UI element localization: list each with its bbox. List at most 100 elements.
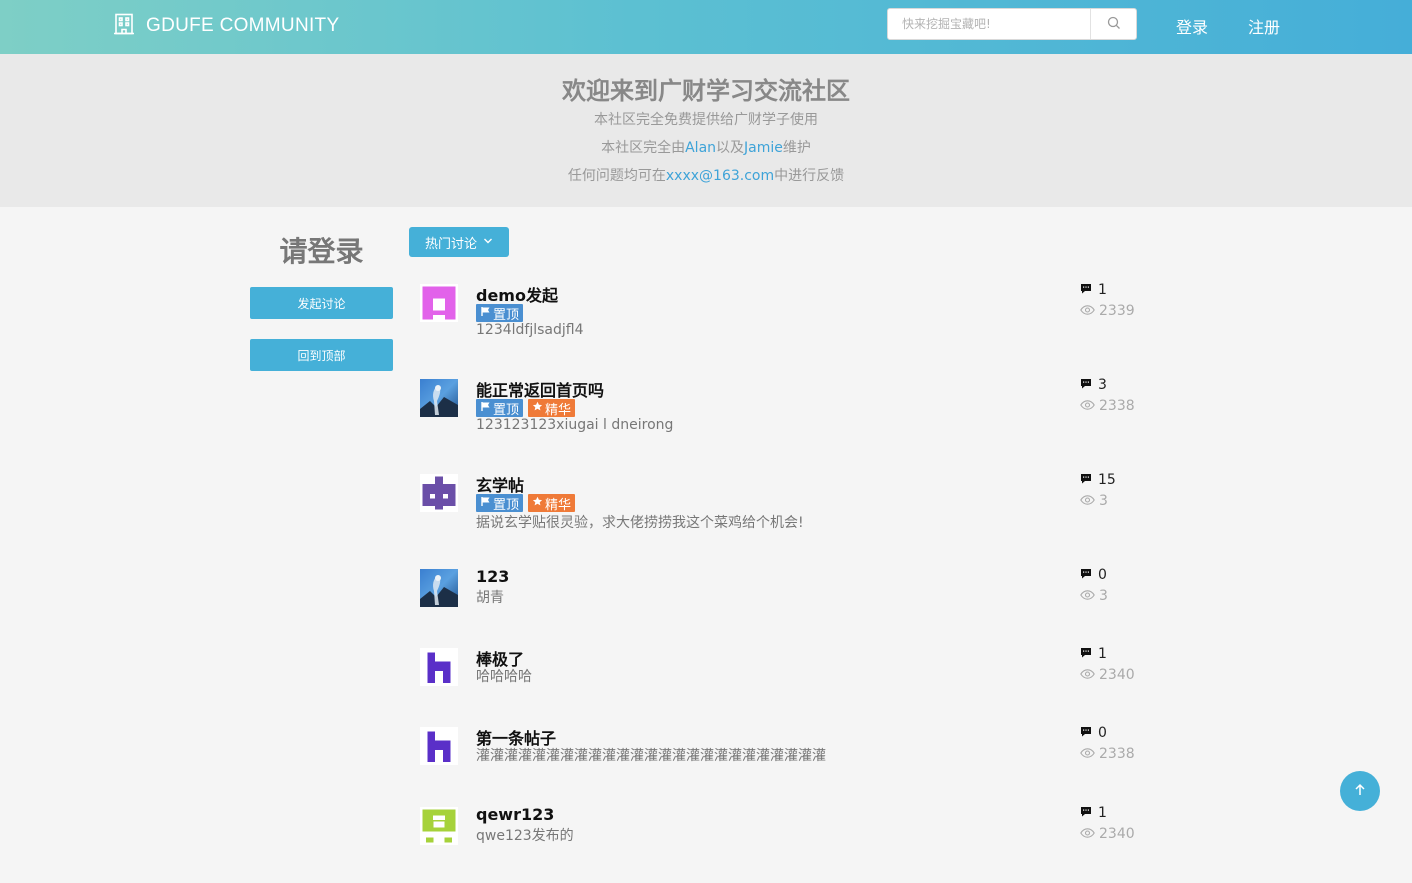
featured-badge-label: 精华 [545,497,572,513]
post-title-link[interactable]: 123 [476,567,509,586]
pinned-badge-label: 置顶 [493,497,520,513]
login-link[interactable]: 登录 [1176,14,1208,38]
welcome-line-1: 本社区完全免费提供给广财学子使用 [594,112,818,128]
post-excerpt: 哈哈哈哈 [476,669,532,685]
view-count: 2340 [1080,826,1135,842]
welcome-title: 欢迎来到广财学习交流社区 [562,77,850,105]
dropdown-label: 热门讨论 [424,236,477,252]
post-excerpt: 1234ldfjlsadjfl4 [476,322,584,338]
register-link[interactable]: 注册 [1248,14,1280,38]
author-avatar[interactable] [420,727,458,765]
eye-icon [1080,667,1095,683]
top-navbar: GDUFE COMMUNITY 登录 注册 [0,0,1412,54]
flag-icon [480,496,491,511]
comment-count: 0 [1080,567,1107,583]
eye-icon [1080,398,1095,414]
view-count-value: 3 [1099,588,1108,604]
star-icon [532,401,543,416]
text-segment: 中进行反馈 [774,168,845,184]
building-icon [112,12,136,40]
post-title-link[interactable]: 玄学帖 [476,472,524,496]
comment-count-value: 15 [1098,472,1116,488]
star-icon [532,496,543,511]
maintainer-link-alan[interactable]: Alan [685,140,716,156]
author-avatar[interactable] [420,284,458,322]
author-avatar[interactable] [420,807,458,845]
comment-icon [1080,805,1092,821]
brand-name: GDUFE COMMUNITY [146,15,340,36]
post-title-link[interactable]: 能正常返回首页吗 [476,377,604,401]
view-count-value: 2338 [1099,398,1135,414]
view-count: 2338 [1080,746,1135,762]
eye-icon [1080,493,1095,509]
view-count-value: 2339 [1099,303,1135,319]
comment-count-value: 1 [1098,646,1107,662]
post-badges: 置顶 [476,304,524,323]
view-count: 3 [1080,588,1108,604]
featured-badge-label: 精华 [545,402,572,418]
view-count: 2340 [1080,667,1135,683]
comment-count-value: 0 [1098,725,1107,741]
start-discussion-button[interactable]: 发起讨论 [250,287,393,319]
view-count: 3 [1080,493,1108,509]
author-avatar[interactable] [420,648,458,686]
featured-badge: 精华 [528,494,576,513]
author-avatar[interactable] [420,474,458,512]
post-title-link[interactable]: qewr123 [476,805,554,824]
comment-count-value: 3 [1098,377,1107,393]
welcome-line-2: 本社区完全由Alan以及Jamie维护 [0,137,1412,157]
post-title-link[interactable]: demo发起 [476,282,558,306]
back-to-top-button[interactable]: 回到顶部 [250,339,393,371]
comment-icon [1080,646,1092,662]
view-count: 2339 [1080,303,1135,319]
comment-icon [1080,725,1092,741]
view-count: 2338 [1080,398,1135,414]
comment-count: 3 [1080,377,1107,393]
brand-logo-link[interactable]: GDUFE COMMUNITY [112,12,339,40]
pinned-badge: 置顶 [476,304,524,323]
text-segment: 本社区完全由 [601,140,686,156]
comment-count: 0 [1080,725,1107,741]
post-badges: 置顶 精华 [476,494,576,513]
author-avatar[interactable] [420,379,458,417]
search-icon [1107,15,1121,34]
login-prompt-title[interactable]: 请登录 [250,230,393,270]
text-segment: 维护 [782,140,811,156]
comment-icon [1080,377,1092,393]
comment-count-value: 0 [1098,567,1107,583]
comment-count: 15 [1080,472,1116,488]
search-button[interactable] [1090,9,1136,39]
comment-icon [1080,472,1092,488]
comment-icon [1080,282,1092,298]
author-avatar[interactable] [420,569,458,607]
pinned-badge: 置顶 [476,494,524,513]
comment-count: 1 [1080,805,1107,821]
eye-icon [1080,588,1095,604]
view-count-value: 2340 [1099,667,1135,683]
post-excerpt: 123123123xiugai l dneirong [476,417,674,433]
pinned-badge-label: 置顶 [493,307,520,323]
maintainer-link-jamie[interactable]: Jamie [744,140,783,156]
view-count-value: 2338 [1099,746,1135,762]
text-segment: 任何问题均可在 [567,168,666,184]
eye-icon [1080,303,1095,319]
flag-icon [480,306,491,321]
search-box [887,8,1137,40]
hot-discussion-dropdown[interactable]: 热门讨论 [409,227,509,257]
comment-icon [1080,567,1092,583]
feedback-email-link[interactable]: xxxx@163.com [666,168,774,184]
arrow-up-icon [1353,782,1367,801]
post-excerpt: 灌灌灌灌灌灌灌灌灌灌灌灌灌灌灌灌灌灌灌灌灌灌灌灌灌 [476,748,826,764]
floating-back-to-top-button[interactable] [1340,771,1380,811]
pinned-badge-label: 置顶 [493,402,520,418]
flag-icon [480,401,491,416]
post-excerpt: qwe123发布的 [476,828,574,844]
eye-icon [1080,746,1095,762]
post-excerpt: 胡青 [476,590,504,606]
chevron-down-icon [483,235,493,250]
comment-count: 1 [1080,282,1107,298]
search-input[interactable] [888,9,1090,39]
comment-count-value: 1 [1098,282,1107,298]
post-badges: 置顶 精华 [476,399,576,418]
post-excerpt: 据说玄学贴很灵验，求大佬捞捞我这个菜鸡给个机会! [476,515,804,531]
